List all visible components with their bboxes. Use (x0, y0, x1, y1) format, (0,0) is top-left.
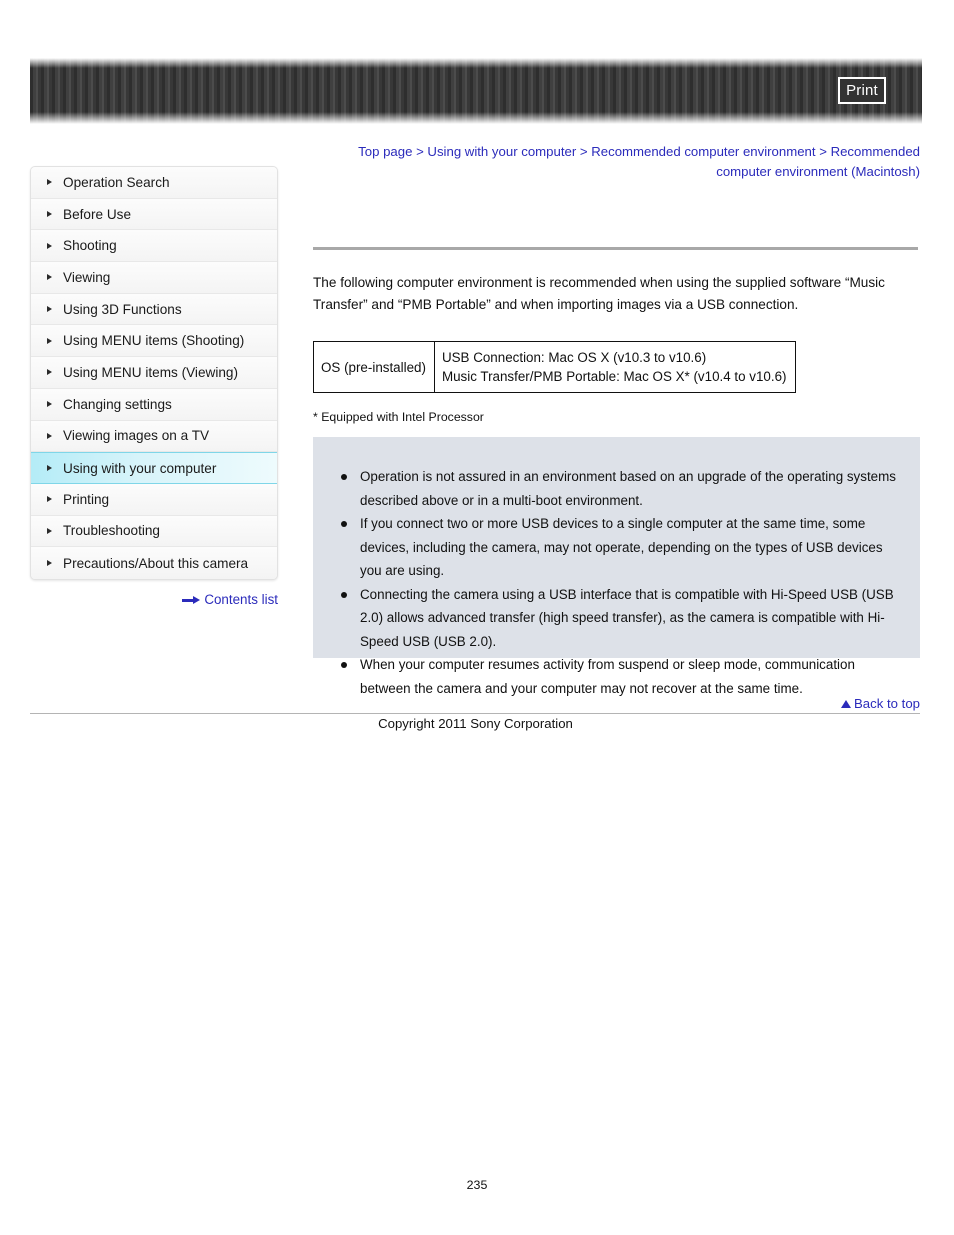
triangle-right-icon (47, 179, 52, 186)
footer-divider (30, 713, 920, 714)
sidebar-item-label: Operation Search (63, 174, 170, 190)
sidebar-item-label: Using MENU items (Viewing) (63, 364, 238, 380)
sidebar-item-label: Before Use (63, 206, 132, 222)
triangle-right-icon (47, 560, 52, 567)
sidebar-item-viewing[interactable]: Viewing (31, 262, 277, 294)
notes-box: Operation is not assured in an environme… (313, 437, 920, 696)
table-footnote: * Equipped with Intel Processor (313, 410, 484, 424)
note-item: Connecting the camera using a USB interf… (335, 583, 898, 654)
triangle-right-icon (47, 211, 52, 218)
sidebar-item-label: Precautions/About this camera (63, 555, 249, 571)
sidebar-item-label: Changing settings (63, 396, 172, 412)
page-number: 235 (466, 1178, 488, 1192)
sidebar-item-label: Troubleshooting (63, 523, 160, 539)
back-to-top-link[interactable]: Back to top (841, 696, 920, 711)
sidebar-item-label: Using MENU items (Shooting) (63, 333, 245, 349)
sidebar-item-using-with-your-computer[interactable]: Using with your computer (31, 452, 277, 484)
triangle-right-icon (47, 432, 52, 439)
sidebar-item-using-menu-items-shooting[interactable]: Using MENU items (Shooting) (31, 325, 277, 358)
intro-paragraph: The following computer environment is re… (313, 275, 885, 312)
table-row: OS (pre-installed) USB Connection: Mac O… (313, 341, 796, 393)
sidebar-item-changing-settings[interactable]: Changing settings (31, 388, 277, 421)
triangle-right-icon (47, 401, 52, 408)
header-banner: Print (30, 58, 922, 124)
triangle-right-icon (47, 274, 52, 281)
sidebar-item-troubleshooting[interactable]: Troubleshooting (31, 515, 277, 548)
sidebar-item-viewing-images-on-a-tv[interactable]: Viewing images on a TV (31, 420, 277, 453)
triangle-up-icon (841, 700, 852, 708)
sidebar-item-operation-search[interactable]: Operation Search (31, 167, 277, 199)
sidebar-item-printing[interactable]: Printing (31, 483, 277, 516)
os-value-line-2: Music Transfer/PMB Portable: Mac OS X* (… (441, 369, 787, 384)
notes-list: Operation is not assured in an environme… (335, 465, 898, 700)
triangle-right-icon (47, 465, 52, 472)
triangle-right-icon (47, 527, 52, 534)
sidebar-item-label: Viewing (63, 269, 111, 285)
sidebar-item-label: Shooting (63, 238, 117, 254)
banner-top-fade (30, 58, 922, 68)
sidebar-nav: Operation Search Before Use Shooting Viewin… (30, 166, 278, 580)
triangle-right-icon (47, 496, 52, 503)
banner-bottom-fade (30, 112, 922, 124)
note-item: When your computer resumes activity from… (335, 653, 898, 700)
sidebar-item-label: Using 3D Functions (63, 301, 182, 317)
sidebar-item-using-3d-functions[interactable]: Using 3D Functions (31, 293, 277, 326)
triangle-right-icon (47, 369, 52, 376)
contents-list-link[interactable]: Contents list (30, 592, 278, 607)
copyright-text: Copyright 2011 Sony Corporation (378, 716, 573, 731)
print-button[interactable]: Print (838, 77, 886, 104)
table-cell-os-value: USB Connection: Mac OS X (v10.3 to v10.6… (433, 341, 796, 393)
triangle-right-icon (47, 337, 52, 344)
breadcrumb[interactable]: Top page > Using with your computer > Re… (313, 142, 920, 182)
sidebar-item-before-use[interactable]: Before Use (31, 198, 277, 231)
sidebar-item-label: Printing (63, 491, 110, 507)
note-item: Operation is not assured in an environme… (335, 465, 898, 512)
triangle-right-icon (47, 306, 52, 313)
sidebar-item-label: Using with your computer (63, 460, 217, 476)
table-cell-os-label: OS (pre-installed) (313, 341, 435, 393)
triangle-right-icon (47, 242, 52, 249)
sidebar-item-precautions-about-this-camera[interactable]: Precautions/About this camera (31, 547, 277, 579)
sidebar-item-shooting[interactable]: Shooting (31, 230, 277, 263)
sidebar-item-using-menu-items-viewing[interactable]: Using MENU items (Viewing) (31, 357, 277, 389)
os-requirements-table: OS (pre-installed) USB Connection: Mac O… (313, 341, 796, 393)
arrow-right-icon (182, 596, 201, 605)
sidebar-item-label: Viewing images on a TV (63, 428, 210, 444)
contents-list-label: Contents list (204, 592, 278, 607)
content-top-divider (313, 247, 918, 250)
back-to-top-label: Back to top (854, 696, 920, 711)
note-item: If you connect two or more USB devices t… (335, 512, 898, 583)
os-value-line-1: USB Connection: Mac OS X (v10.3 to v10.6… (441, 350, 707, 365)
